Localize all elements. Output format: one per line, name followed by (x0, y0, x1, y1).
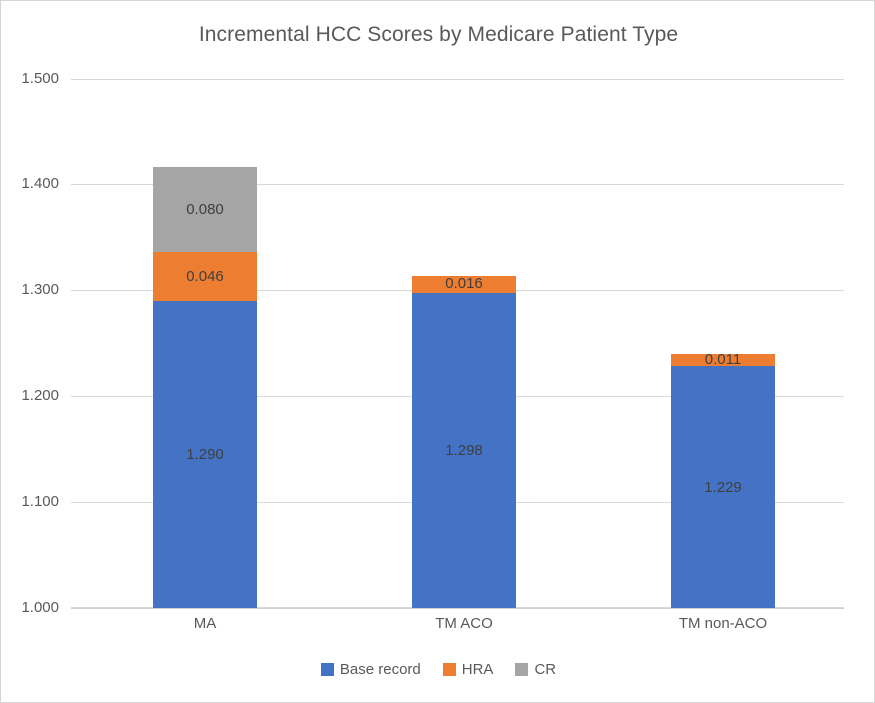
legend-swatch-icon (515, 663, 529, 676)
bar-segment-hra[interactable]: 0.016 (412, 275, 516, 293)
y-axis: 1.500 1.400 1.300 1.200 1.100 1.000 (1, 70, 59, 616)
legend-item-base-record[interactable]: Base record (320, 661, 421, 678)
bar-segment-hra[interactable]: 0.011 (671, 350, 775, 368)
bar-segment-base-record[interactable]: 1.229 (671, 366, 775, 608)
bar-segment-cr[interactable]: 0.080 (153, 167, 257, 252)
chart-container: Incremental HCC Scores by Medicare Patie… (0, 0, 875, 703)
y-tick-label: 1.100 (21, 493, 59, 510)
bar-value-label: 1.229 (704, 478, 742, 496)
chart-title: Incremental HCC Scores by Medicare Patie… (198, 23, 679, 46)
bar-value-label: 0.016 (445, 275, 483, 292)
gridline (71, 79, 844, 80)
legend: Base record HRA CR (1, 661, 874, 678)
x-axis: MA TM ACO TM non-ACO (71, 615, 844, 643)
y-tick-label: 1.300 (21, 281, 59, 298)
legend-swatch-icon (320, 663, 334, 676)
legend-label: Base record (339, 661, 421, 678)
bar-value-label: 0.011 (704, 350, 742, 368)
bar-value-label: 1.290 (186, 446, 224, 463)
legend-label: HRA (461, 661, 494, 678)
x-tick-label-ma: MA (193, 615, 217, 632)
x-axis-line (71, 608, 844, 609)
legend-item-cr[interactable]: CR (515, 661, 556, 678)
bar-value-label: 0.046 (186, 268, 224, 285)
bar-segment-base-record[interactable]: 1.298 (412, 293, 516, 608)
x-tick-label-tm-non-aco: TM non-ACO (678, 615, 768, 632)
bar-value-label: 1.298 (445, 442, 483, 459)
y-tick-label: 1.500 (21, 70, 59, 87)
plot-area: 1.290 0.046 0.080 1.298 0.016 1.229 0.01… (71, 79, 844, 608)
bar-segment-hra[interactable]: 0.046 (153, 252, 257, 301)
bar-segment-base-record[interactable]: 1.290 (153, 301, 257, 608)
y-tick-label: 1.400 (21, 175, 59, 192)
legend-label: CR (534, 661, 557, 678)
x-tick-label-tm-aco: TM ACO (435, 615, 493, 632)
bar-value-label: 0.080 (186, 201, 224, 218)
y-tick-label: 1.200 (21, 387, 59, 404)
legend-item-hra[interactable]: HRA (442, 661, 494, 678)
legend-swatch-icon (442, 663, 456, 676)
y-tick-label: 1.000 (21, 599, 59, 616)
